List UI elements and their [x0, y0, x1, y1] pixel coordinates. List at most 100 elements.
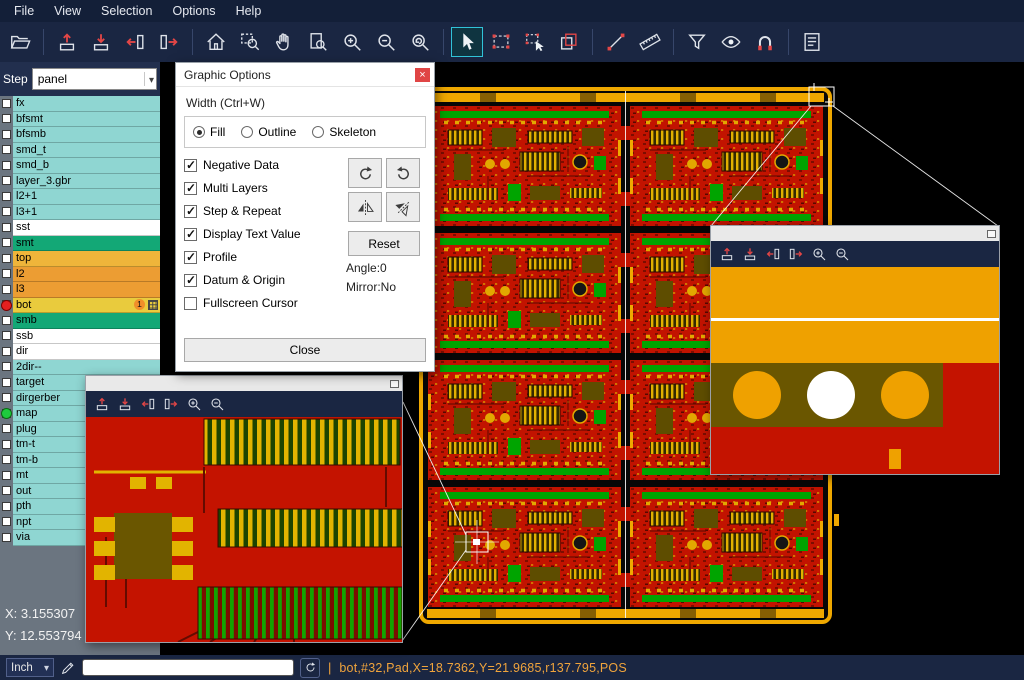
layer-row[interactable]: l3+1: [0, 205, 160, 221]
layer-row[interactable]: bfsmt: [0, 112, 160, 128]
layer-row[interactable]: smd_b: [0, 158, 160, 174]
layer-visibility-checkbox[interactable]: [2, 517, 11, 526]
layer-visibility-checkbox[interactable]: [2, 254, 11, 263]
command-input[interactable]: [82, 659, 294, 676]
checkbox[interactable]: [184, 159, 197, 172]
layer-visibility-checkbox[interactable]: [2, 285, 11, 294]
layer-row[interactable]: ssb: [0, 329, 160, 345]
layer-visibility-checkbox[interactable]: [2, 269, 11, 278]
layer-visibility-checkbox[interactable]: [2, 533, 11, 542]
layer-visibility-checkbox[interactable]: [2, 223, 11, 232]
layer-row[interactable]: layer_3.gbr: [0, 174, 160, 190]
import-up-button[interactable]: [94, 396, 110, 412]
import-down-button[interactable]: [85, 27, 117, 57]
layer-visibility-checkbox[interactable]: [2, 471, 11, 480]
layer-row[interactable]: l3: [0, 282, 160, 298]
checkbox[interactable]: [184, 274, 197, 287]
mirror-horizontal-button[interactable]: [348, 192, 382, 222]
zoom-out-button[interactable]: [834, 246, 850, 262]
checkbox[interactable]: [184, 205, 197, 218]
window-restore-icon[interactable]: [390, 380, 399, 388]
zoom-out-button[interactable]: [370, 27, 402, 57]
measure-line-button[interactable]: [600, 27, 632, 57]
checkbox[interactable]: [184, 251, 197, 264]
net-highlight-button[interactable]: [749, 27, 781, 57]
magnifier-window-b[interactable]: [710, 225, 1000, 475]
zoom-in-button[interactable]: [186, 396, 202, 412]
import-up-button[interactable]: [719, 246, 735, 262]
layer-visibility-checkbox[interactable]: [2, 130, 11, 139]
layer-row[interactable]: bot 1: [0, 298, 160, 314]
magnifier-window-a[interactable]: [85, 375, 403, 643]
layer-row[interactable]: smb: [0, 313, 160, 329]
zoom-sheet-button[interactable]: [302, 27, 334, 57]
marquee-select-button[interactable]: [485, 27, 517, 57]
layer-visibility-checkbox[interactable]: [2, 347, 11, 356]
display-option[interactable]: Fullscreen Cursor: [184, 296, 342, 310]
layer-visibility-checkbox[interactable]: [2, 393, 11, 402]
radio-button[interactable]: [193, 126, 205, 138]
display-option[interactable]: Datum & Origin: [184, 273, 342, 287]
layer-visibility-checkbox[interactable]: [2, 378, 11, 387]
radio-button[interactable]: [241, 126, 253, 138]
menu-item[interactable]: File: [4, 0, 44, 22]
fill-mode-option[interactable]: Skeleton: [312, 125, 376, 139]
dialog-close-icon[interactable]: [415, 68, 430, 82]
checkbox[interactable]: [184, 297, 197, 310]
ruler-button[interactable]: [634, 27, 666, 57]
display-option[interactable]: Display Text Value: [184, 227, 342, 241]
refresh-button[interactable]: [300, 658, 320, 678]
layer-visibility-checkbox[interactable]: [2, 316, 11, 325]
close-button[interactable]: Close: [184, 338, 426, 362]
layer-row[interactable]: l2+1: [0, 189, 160, 205]
layer-visibility-checkbox[interactable]: [2, 238, 11, 247]
open-file-button[interactable]: [4, 27, 36, 57]
layer-row[interactable]: bfsmb: [0, 127, 160, 143]
zoom-region-button[interactable]: [234, 27, 266, 57]
zoom-in-button[interactable]: [336, 27, 368, 57]
zoom-out-button[interactable]: [209, 396, 225, 412]
layer-visibility-checkbox[interactable]: [2, 486, 11, 495]
import-down-button[interactable]: [117, 396, 133, 412]
display-option[interactable]: Negative Data: [184, 158, 342, 172]
pan-button[interactable]: [268, 27, 300, 57]
menu-item[interactable]: Selection: [91, 0, 162, 22]
unit-select[interactable]: Inch: [6, 658, 54, 677]
reset-button[interactable]: Reset: [348, 231, 420, 256]
layer-visibility-checkbox[interactable]: [2, 424, 11, 433]
filter-button[interactable]: [681, 27, 713, 57]
import-left-button[interactable]: [140, 396, 156, 412]
step-select[interactable]: panel: [32, 68, 157, 90]
rotate-cw-button[interactable]: [348, 158, 382, 188]
layer-visibility-checkbox[interactable]: [2, 440, 11, 449]
view-options-button[interactable]: [715, 27, 747, 57]
magnifier-title-bar[interactable]: [86, 376, 402, 391]
dialog-title-bar[interactable]: Graphic Options: [176, 63, 434, 87]
layer-visibility-checkbox[interactable]: [2, 161, 11, 170]
menu-item[interactable]: Help: [226, 0, 272, 22]
layer-row[interactable]: smd_t: [0, 143, 160, 159]
layer-row[interactable]: smt: [0, 236, 160, 252]
layer-row[interactable]: l2: [0, 267, 160, 283]
export-right-button[interactable]: [163, 396, 179, 412]
display-option[interactable]: Profile: [184, 250, 342, 264]
checkbox[interactable]: [184, 182, 197, 195]
display-option[interactable]: Multi Layers: [184, 181, 342, 195]
group-select-button[interactable]: [519, 27, 551, 57]
zoom-in-button[interactable]: [811, 246, 827, 262]
menu-item[interactable]: Options: [162, 0, 225, 22]
fill-mode-option[interactable]: Fill: [193, 125, 225, 139]
window-restore-icon[interactable]: [987, 230, 996, 238]
select-cursor-button[interactable]: [451, 27, 483, 57]
layer-row[interactable]: dir: [0, 344, 160, 360]
magnifier-title-bar[interactable]: [711, 226, 999, 241]
export-right-button[interactable]: [788, 246, 804, 262]
import-down-button[interactable]: [742, 246, 758, 262]
zoom-home-button[interactable]: [200, 27, 232, 57]
checkbox[interactable]: [184, 228, 197, 241]
layer-visibility-checkbox[interactable]: [2, 145, 11, 154]
layer-visibility-checkbox[interactable]: [2, 207, 11, 216]
import-left-button[interactable]: [765, 246, 781, 262]
import-left-button[interactable]: [119, 27, 151, 57]
layer-visibility-checkbox[interactable]: [2, 176, 11, 185]
